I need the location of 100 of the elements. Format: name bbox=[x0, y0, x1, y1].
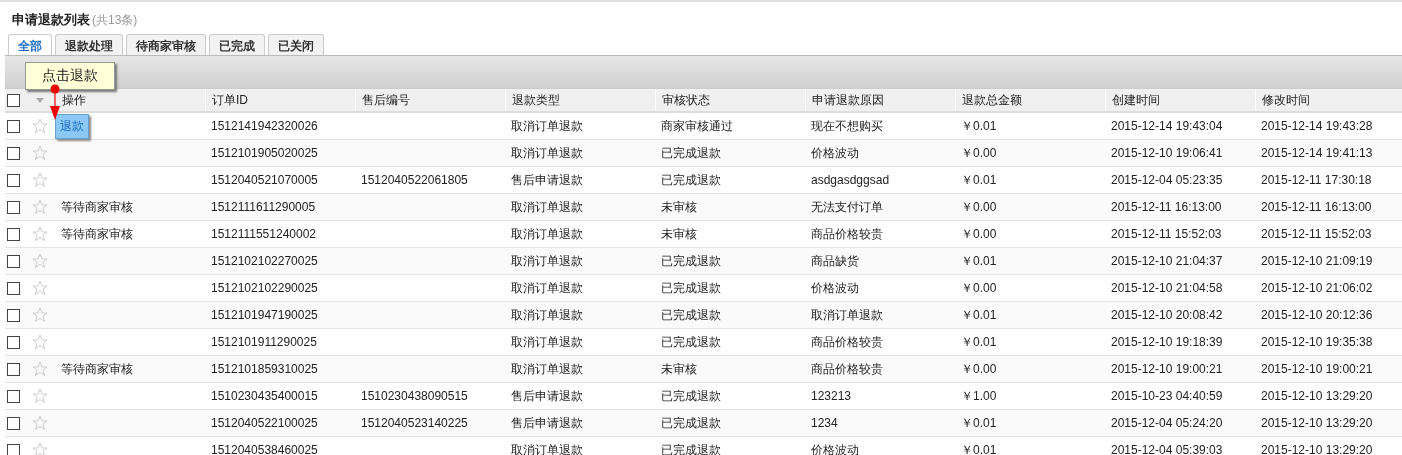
star-icon[interactable] bbox=[32, 145, 48, 161]
column-header[interactable]: 退款总金额 bbox=[955, 89, 1105, 111]
star-icon[interactable] bbox=[32, 199, 48, 215]
row-checkbox[interactable] bbox=[7, 308, 20, 322]
star-icon[interactable] bbox=[32, 442, 48, 455]
column-header[interactable]: 订单ID bbox=[205, 89, 355, 111]
table-cell: ￥0.01 bbox=[961, 307, 997, 322]
table-cell: 2015-12-04 05:23:35 bbox=[1111, 173, 1223, 187]
row-checkbox[interactable] bbox=[7, 200, 20, 214]
table-cell: 商品缺货 bbox=[811, 253, 859, 268]
table-cell: 2015-12-11 15:52:03 bbox=[1261, 227, 1372, 241]
pointer-arrow bbox=[50, 84, 60, 120]
table-cell: 取消订单退款 bbox=[811, 307, 883, 322]
tab[interactable]: 已完成 bbox=[209, 34, 265, 55]
table-cell: 价格波动 bbox=[811, 280, 859, 295]
row-checkbox[interactable] bbox=[7, 335, 20, 349]
column-header[interactable]: 售后编号 bbox=[355, 89, 505, 111]
table-cell: 未审核 bbox=[661, 199, 697, 214]
table-cell: 1512040522100025 bbox=[211, 416, 318, 430]
table-cell: 2015-12-10 13:29:20 bbox=[1261, 389, 1373, 403]
table-cell: 已完成退款 bbox=[661, 307, 721, 322]
table-cell: 1512102102290025 bbox=[211, 281, 318, 295]
column-header[interactable]: 修改时间 bbox=[1255, 89, 1400, 111]
star-icon[interactable] bbox=[32, 307, 48, 323]
table-cell: 1510230435400015 bbox=[211, 389, 318, 403]
table-cell: 2015-12-14 19:41:13 bbox=[1261, 146, 1373, 160]
column-header[interactable]: 申请退款原因 bbox=[805, 89, 955, 111]
row-checkbox[interactable] bbox=[7, 389, 20, 403]
table-cell: 1512101859310025 bbox=[211, 362, 318, 376]
table-cell: 1512040523140225 bbox=[361, 416, 468, 430]
table-cell: 取消订单退款 bbox=[511, 199, 583, 214]
tab[interactable]: 全部 bbox=[8, 34, 52, 55]
table-cell: 商品价格较贵 bbox=[811, 361, 883, 376]
table-cell: 1512040522061805 bbox=[361, 173, 468, 187]
table-cell: 2015-12-11 16:13:00 bbox=[1261, 200, 1372, 214]
table-cell: 未审核 bbox=[661, 226, 697, 241]
table-cell: ￥0.01 bbox=[961, 442, 997, 455]
table-cell: 123213 bbox=[811, 389, 852, 403]
table-cell: 已完成退款 bbox=[661, 253, 721, 268]
star-icon[interactable] bbox=[32, 361, 48, 377]
table-cell: ￥0.00 bbox=[961, 361, 997, 376]
table-cell: 2015-12-10 21:06:02 bbox=[1261, 281, 1373, 295]
table-cell: 1512101947190025 bbox=[211, 308, 318, 322]
star-icon[interactable] bbox=[32, 334, 48, 350]
table-cell: 售后申请退款 bbox=[511, 415, 583, 430]
tab[interactable]: 已关闭 bbox=[268, 34, 324, 55]
table-cell: 2015-12-11 17:30:18 bbox=[1261, 173, 1372, 187]
row-checkbox[interactable] bbox=[7, 362, 20, 376]
row-checkbox[interactable] bbox=[7, 173, 20, 187]
table-cell: 1512141942320026 bbox=[211, 119, 318, 133]
star-icon[interactable] bbox=[32, 172, 48, 188]
tab[interactable]: 待商家审核 bbox=[126, 34, 206, 55]
row-checkbox[interactable] bbox=[7, 443, 20, 455]
table-cell: 价格波动 bbox=[811, 442, 859, 455]
table-cell: 取消订单退款 bbox=[511, 145, 583, 160]
status-text: 等待商家审核 bbox=[61, 199, 133, 214]
star-icon[interactable] bbox=[32, 415, 48, 431]
star-icon[interactable] bbox=[32, 226, 48, 242]
table-cell: 2015-12-14 19:43:04 bbox=[1111, 119, 1223, 133]
star-icon[interactable] bbox=[32, 388, 48, 404]
column-header[interactable]: 审核状态 bbox=[655, 89, 805, 111]
callout-tooltip: 点击退款 bbox=[25, 62, 115, 90]
row-checkbox[interactable] bbox=[7, 146, 20, 160]
page-title: 申请退款列表 bbox=[12, 11, 90, 29]
table-cell: 2015-12-10 19:00:21 bbox=[1111, 362, 1223, 376]
table-cell: 现在不想购买 bbox=[811, 118, 883, 133]
star-icon[interactable] bbox=[32, 253, 48, 269]
table-cell: 1510230438090515 bbox=[361, 389, 468, 403]
table-cell: 取消订单退款 bbox=[511, 280, 583, 295]
table-cell: 2015-12-10 20:12:36 bbox=[1261, 308, 1373, 322]
table-cell: 价格波动 bbox=[811, 145, 859, 160]
table-cell: 已完成退款 bbox=[661, 280, 721, 295]
table-cell: 2015-12-10 20:08:42 bbox=[1111, 308, 1223, 322]
table-cell: asdgasdggsad bbox=[811, 173, 890, 187]
table-cell: 取消订单退款 bbox=[511, 442, 583, 455]
table-cell: 无法支付订单 bbox=[811, 199, 883, 214]
table-cell: ￥0.00 bbox=[961, 199, 997, 214]
column-header[interactable]: 创建时间 bbox=[1105, 89, 1255, 111]
table-cell: 1512101911290025 bbox=[211, 335, 317, 349]
tab[interactable]: 退款处理 bbox=[55, 34, 123, 55]
table-cell: 取消订单退款 bbox=[511, 334, 583, 349]
table-cell: 1512102102270025 bbox=[211, 254, 318, 268]
row-checkbox[interactable] bbox=[7, 281, 20, 295]
star-icon[interactable] bbox=[32, 280, 48, 296]
table-cell: 2015-12-04 05:39:03 bbox=[1111, 443, 1223, 455]
row-checkbox[interactable] bbox=[7, 227, 20, 241]
column-header[interactable]: 退款类型 bbox=[505, 89, 655, 111]
table-cell: 2015-12-11 15:52:03 bbox=[1111, 227, 1222, 241]
table-cell: 2015-12-14 19:43:28 bbox=[1261, 119, 1373, 133]
table-cell: ￥0.00 bbox=[961, 280, 997, 295]
table-cell: 已完成退款 bbox=[661, 172, 721, 187]
row-checkbox[interactable] bbox=[7, 416, 20, 430]
table-cell: ￥0.01 bbox=[961, 253, 997, 268]
star-icon[interactable] bbox=[32, 118, 48, 134]
row-checkbox[interactable] bbox=[7, 254, 20, 268]
row-checkbox[interactable] bbox=[7, 119, 20, 133]
select-all-checkbox[interactable] bbox=[7, 93, 20, 107]
table-cell: ￥0.00 bbox=[961, 145, 997, 160]
table-cell: 取消订单退款 bbox=[511, 118, 583, 133]
table-cell: 2015-12-11 16:13:00 bbox=[1111, 200, 1222, 214]
